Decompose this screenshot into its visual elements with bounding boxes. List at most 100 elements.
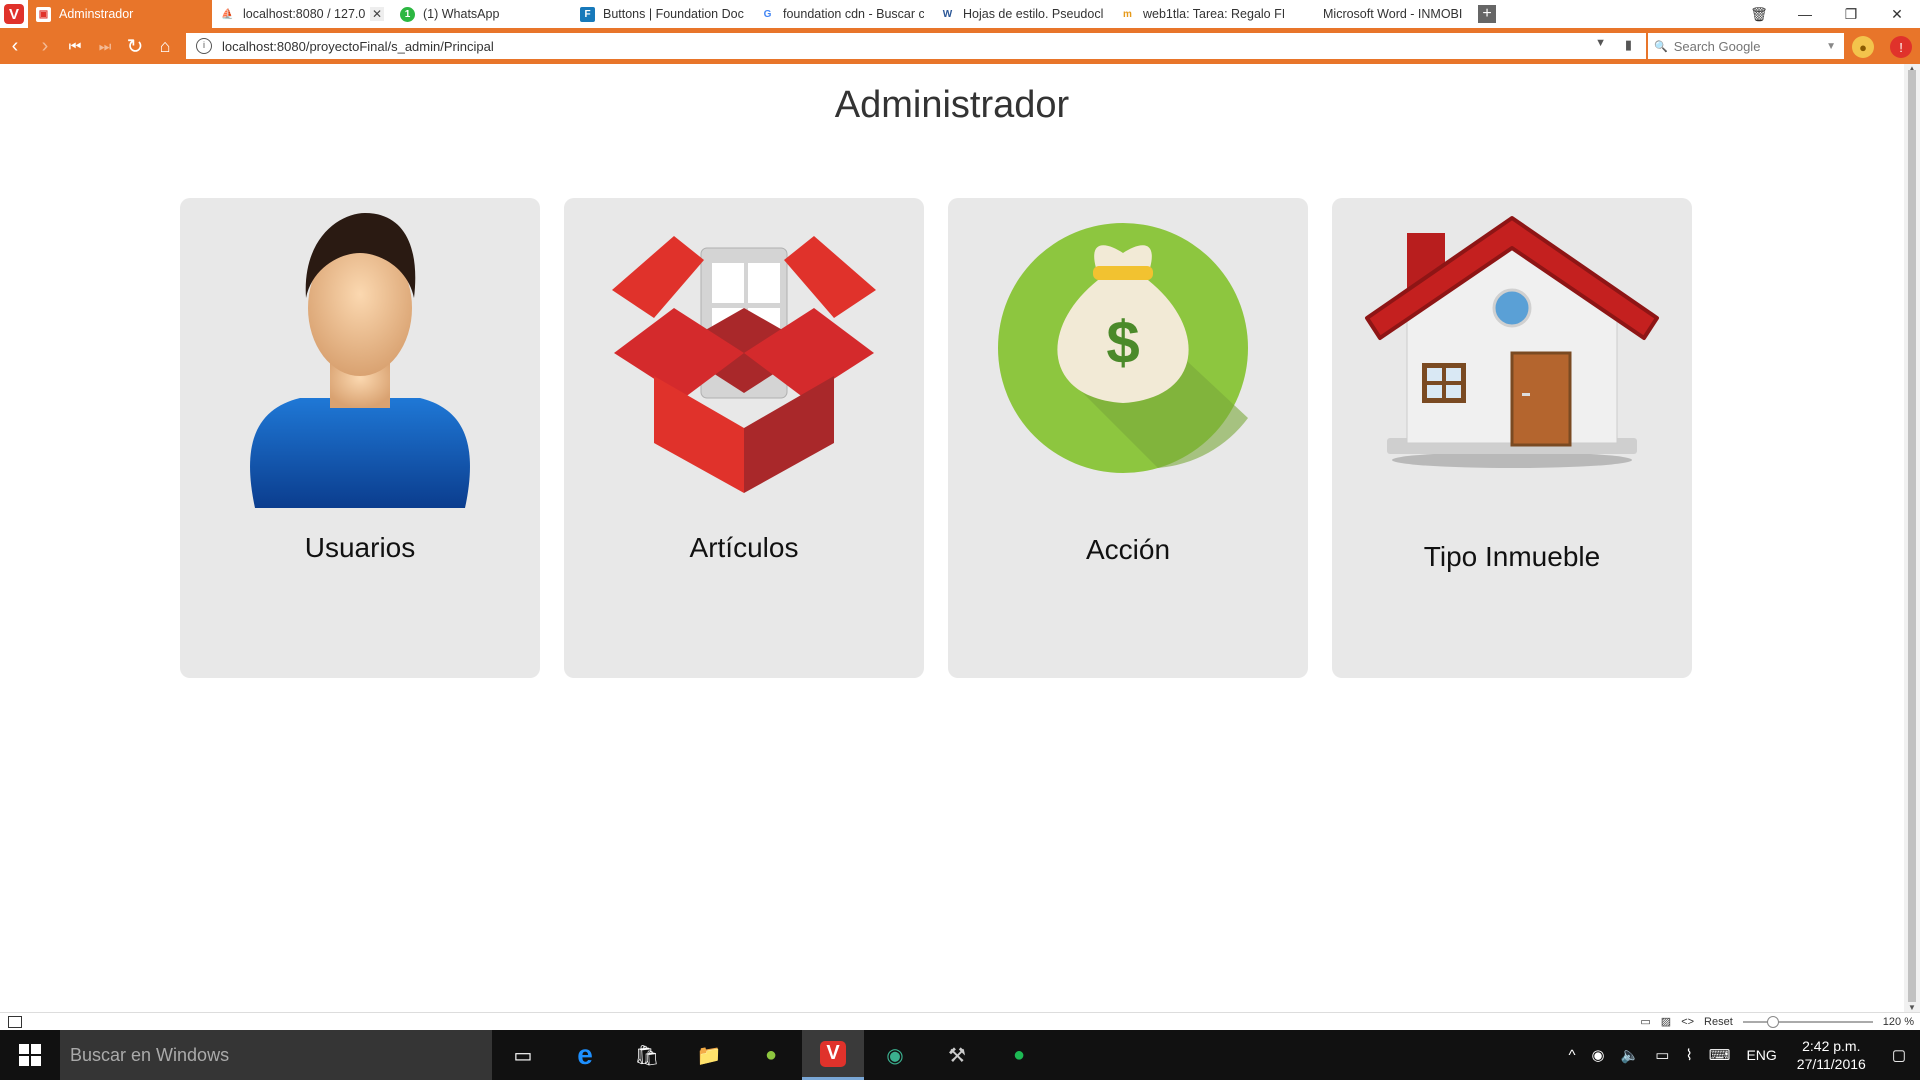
url-field[interactable]: i localhost:8080/proyectoFinal/s_admin/P…	[186, 33, 1646, 59]
card-label: Acción	[1085, 534, 1171, 565]
tab-label: Adminstrador	[59, 7, 134, 21]
phpmyadmin-icon: ⛵	[220, 6, 235, 22]
record-icon[interactable]: ◉	[1583, 1046, 1612, 1064]
card-articulos[interactable]: Artículos	[564, 198, 924, 678]
search-input[interactable]	[1673, 38, 1824, 54]
vivaldi-favicon-icon: ▣	[36, 6, 51, 22]
vivaldi-taskbar-icon[interactable]: V	[802, 1030, 864, 1080]
restore-button[interactable]: ❐	[1828, 6, 1874, 23]
page-scrollbar[interactable]: ▲ ▼	[1904, 64, 1920, 1012]
tab-google-search[interactable]: G foundation cdn - Buscar co	[752, 0, 932, 28]
search-icon: 🔍	[1654, 40, 1668, 53]
search-engine-dropdown-icon[interactable]: ▼	[1826, 41, 1836, 52]
tab-label: Hojas de estilo. Pseudoclas	[963, 7, 1104, 21]
tray-chevron-icon[interactable]: ^	[1560, 1047, 1583, 1064]
tab-foundation-docs[interactable]: F Buttons | Foundation Docs	[572, 0, 752, 28]
volume-icon[interactable]: 🔈	[1613, 1046, 1648, 1064]
page-title: Administrador	[834, 84, 1070, 126]
windows-search-box[interactable]: Buscar en Windows	[60, 1030, 492, 1080]
blank-favicon-icon	[1300, 6, 1315, 22]
clock[interactable]: 2:42 p.m. 27/11/2016	[1785, 1037, 1878, 1073]
windows-taskbar: Buscar en Windows ▭ e 🛍 📁 ● V ◉ ⚒ ● ^ ◉ …	[0, 1030, 1920, 1080]
minimize-button[interactable]: —	[1782, 6, 1828, 22]
tab-whatsapp[interactable]: 1 (1) WhatsApp	[392, 0, 572, 28]
zoom-reset-button[interactable]: Reset	[1704, 1016, 1733, 1028]
vivaldi-logo[interactable]: V	[0, 0, 28, 28]
extension-icon[interactable]: ●	[1852, 36, 1874, 58]
site-info-icon[interactable]: i	[196, 38, 212, 54]
tab-close-icon[interactable]: ✕	[370, 7, 384, 21]
tab-label: Buttons | Foundation Docs	[603, 7, 744, 21]
tab-web1tla[interactable]: m web1tla: Tarea: Regalo FINA	[1112, 0, 1292, 28]
system-tray: ^ ◉ 🔈 ▭ ⌇ ⌨ ENG 2:42 p.m. 27/11/2016 ▢	[1560, 1030, 1920, 1080]
w-icon: W	[940, 6, 955, 22]
vivaldi-logo-mark: V	[4, 4, 24, 24]
keyboard-icon[interactable]: ⌨	[1701, 1046, 1739, 1064]
box-icon	[564, 198, 924, 508]
home-button[interactable]: ⌂	[150, 28, 180, 64]
card-label: Usuarios	[304, 532, 416, 563]
tab-label: web1tla: Tarea: Regalo FINA	[1143, 7, 1284, 21]
wifi-icon[interactable]: ⌇	[1677, 1046, 1700, 1064]
url-text: localhost:8080/proyectoFinal/s_admin/Pri…	[222, 38, 494, 54]
windows-search-placeholder: Buscar en Windows	[70, 1044, 230, 1065]
task-view-icon[interactable]: ▭	[492, 1030, 554, 1080]
file-explorer-icon[interactable]: 📁	[678, 1030, 740, 1080]
back-button[interactable]: ‹	[0, 28, 30, 64]
address-bar: ‹ › ⏮ ⏭ ↻ ⌂ i localhost:8080/proyectoFin…	[0, 28, 1920, 64]
reload-button[interactable]: ↻	[120, 28, 150, 64]
card-tipo-inmueble[interactable]: Tipo Inmueble	[1332, 198, 1692, 678]
search-box[interactable]: 🔍 ▼	[1648, 33, 1844, 59]
whatsapp-icon: 1	[400, 6, 415, 22]
store-icon[interactable]: 🛍	[616, 1030, 678, 1080]
trash-icon[interactable]: 🗑	[1736, 6, 1782, 23]
tab-bar: V ▣ Adminstrador ⛵ localhost:8080 / 127.…	[0, 0, 1920, 28]
user-icon	[180, 198, 540, 508]
scroll-down-icon[interactable]: ▼	[1904, 1003, 1920, 1012]
moodle-icon: m	[1120, 6, 1135, 22]
tab-admin[interactable]: ▣ Adminstrador	[28, 0, 212, 28]
code-icon[interactable]: <>	[1681, 1016, 1694, 1028]
money-bag-icon: $	[948, 198, 1308, 508]
zoom-slider-knob[interactable]	[1766, 1015, 1779, 1028]
svg-text:$: $	[1106, 309, 1139, 376]
status-bar: ▭ ▨ <> Reset 120 %	[0, 1012, 1920, 1030]
tab-label: (1) WhatsApp	[423, 7, 500, 21]
android-studio-icon[interactable]: ●	[740, 1030, 802, 1080]
app-icon[interactable]: ◉	[864, 1030, 926, 1080]
clock-date: 27/11/2016	[1796, 1056, 1866, 1072]
tab-localhost[interactable]: ⛵ localhost:8080 / 127.0.0 ✕	[212, 0, 392, 28]
notification-icon[interactable]: ▢	[1878, 1046, 1920, 1064]
card-accion[interactable]: $ Acción	[948, 198, 1308, 678]
vivaldi-menu-icon[interactable]: !	[1890, 36, 1912, 58]
edge-icon[interactable]: e	[554, 1030, 616, 1080]
new-tab-button[interactable]: +	[1478, 5, 1496, 23]
close-window-button[interactable]: ✕	[1874, 6, 1920, 23]
tab-word[interactable]: Microsoft Word - INMOBI I	[1292, 0, 1472, 28]
image-icon[interactable]: ▨	[1661, 1015, 1671, 1028]
tab-label: Microsoft Word - INMOBI I	[1323, 7, 1464, 21]
rewind-button[interactable]: ⏮	[60, 28, 90, 64]
tab-hojas-estilo[interactable]: W Hojas de estilo. Pseudoclas	[932, 0, 1112, 28]
scroll-thumb[interactable]	[1908, 70, 1916, 1002]
language-indicator[interactable]: ENG	[1738, 1047, 1784, 1063]
tools-icon[interactable]: ⚒	[926, 1030, 988, 1080]
card-label: Artículos	[689, 532, 799, 563]
fast-forward-button[interactable]: ⏭	[90, 28, 120, 64]
start-button[interactable]	[0, 1030, 60, 1080]
zoom-level: 120 %	[1882, 1015, 1914, 1028]
panel-toggle-icon[interactable]	[8, 1016, 22, 1028]
window-icon[interactable]: ▭	[1640, 1015, 1650, 1028]
battery-icon[interactable]: ▭	[1647, 1046, 1677, 1064]
bookmark-icon[interactable]: ▮	[1625, 37, 1632, 53]
house-icon	[1332, 198, 1692, 508]
zoom-slider[interactable]	[1742, 1015, 1873, 1028]
card-usuarios[interactable]: Usuarios	[180, 198, 540, 678]
forward-button[interactable]: ›	[30, 28, 60, 64]
card-label: Tipo Inmueble	[1423, 541, 1601, 572]
history-dropdown-icon[interactable]: ▼	[1595, 37, 1606, 49]
tab-label: foundation cdn - Buscar co	[783, 7, 924, 21]
clock-time: 2:42 p.m.	[1802, 1038, 1861, 1054]
window-controls: 🗑 — ❐ ✕	[1736, 0, 1920, 28]
spotify-icon[interactable]: ●	[988, 1030, 1050, 1080]
